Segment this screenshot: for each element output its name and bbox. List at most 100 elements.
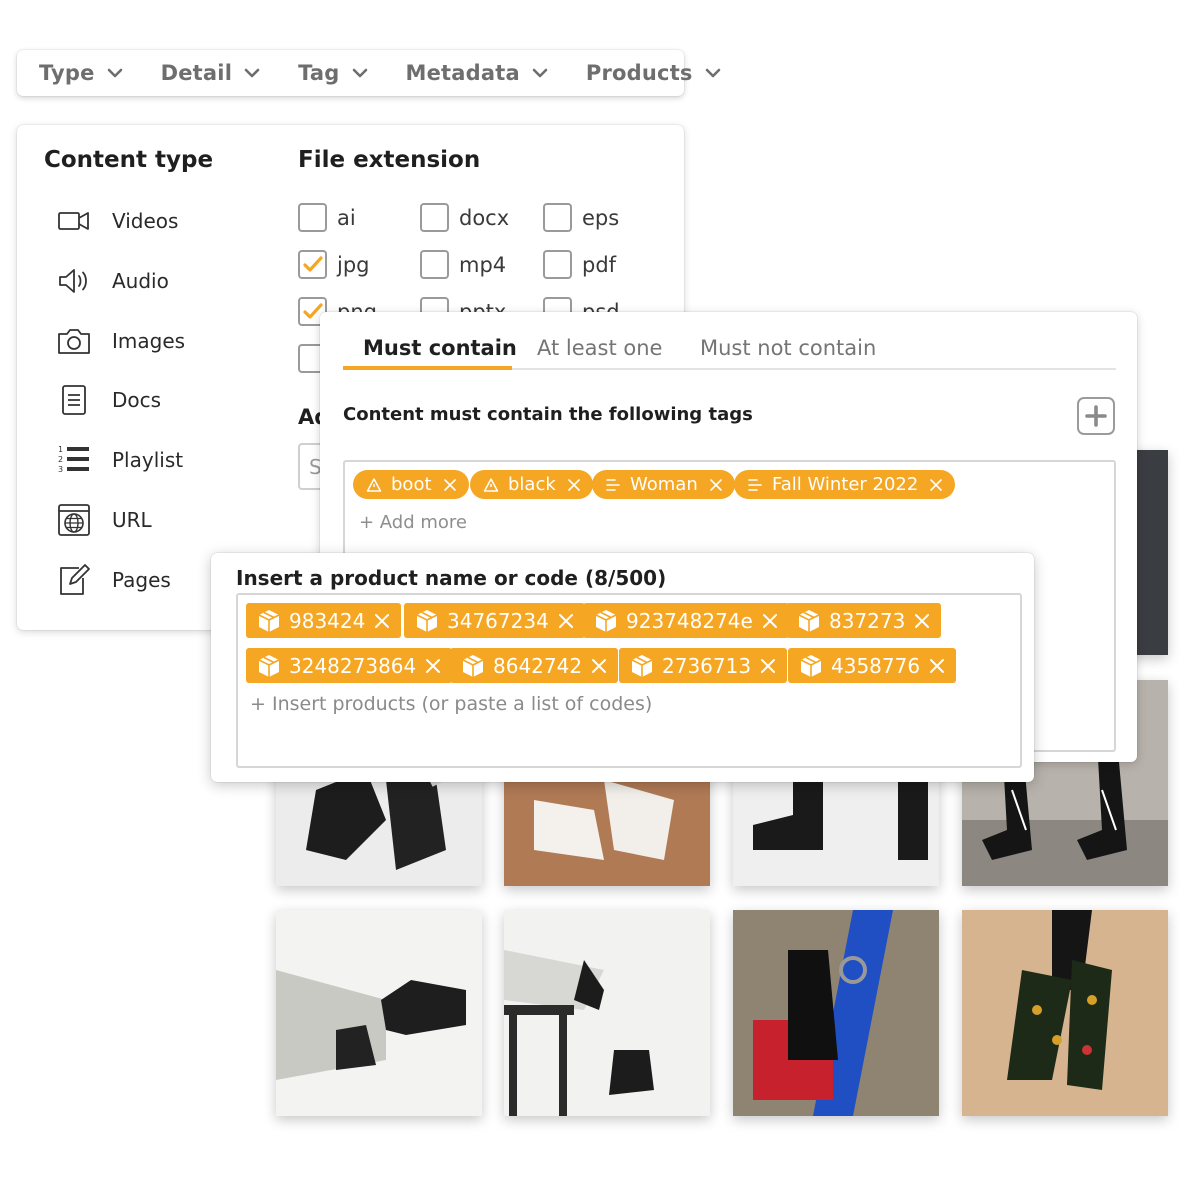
checkbox[interactable] xyxy=(420,250,449,279)
package-icon xyxy=(258,609,280,632)
video-icon xyxy=(57,204,91,238)
svg-text:1: 1 xyxy=(58,445,63,454)
content-type-playlist[interactable]: 123 Playlist xyxy=(57,440,183,480)
remove-tag-icon[interactable] xyxy=(929,478,943,492)
content-type-url[interactable]: URL xyxy=(57,500,152,540)
remove-tag-icon[interactable] xyxy=(567,478,581,492)
product-chip: 34767234 xyxy=(404,603,585,638)
document-icon xyxy=(57,383,91,417)
remove-product-icon[interactable] xyxy=(759,657,777,675)
filter-metadata[interactable]: Metadata xyxy=(406,61,552,85)
remove-product-icon[interactable] xyxy=(761,612,779,630)
active-tab-indicator xyxy=(343,366,512,370)
content-type-videos[interactable]: Videos xyxy=(57,201,178,241)
ext-option-mp4[interactable]: mp4 xyxy=(420,250,506,279)
checkbox[interactable] xyxy=(298,203,327,232)
product-code: 3248273864 xyxy=(289,653,417,678)
content-type-pages[interactable]: Pages xyxy=(57,560,171,600)
content-type-images[interactable]: Images xyxy=(57,321,185,361)
tag-label: Woman xyxy=(630,474,698,495)
camera-icon xyxy=(57,324,91,358)
ext-option-docx[interactable]: docx xyxy=(420,203,509,232)
checkbox-checked[interactable] xyxy=(298,250,327,279)
filter-type[interactable]: Type xyxy=(39,61,127,85)
remove-product-icon[interactable] xyxy=(373,612,391,630)
remove-product-icon[interactable] xyxy=(590,657,608,675)
product-code: 8642742 xyxy=(493,653,583,678)
numbered-list-icon: 123 xyxy=(57,443,91,477)
chevron-down-icon xyxy=(107,68,122,78)
tag-chip: boot xyxy=(353,470,469,499)
ext-option-ai[interactable]: ai xyxy=(298,203,356,232)
photo-thumbnail[interactable] xyxy=(962,910,1168,1116)
product-code: 4358776 xyxy=(831,653,921,678)
product-chip: 837273 xyxy=(786,603,942,638)
ext-option-pdf[interactable]: pdf xyxy=(543,250,616,279)
warning-icon xyxy=(366,477,382,493)
filter-tag[interactable]: Tag xyxy=(298,61,371,85)
products-panel: Insert a product name or code (8/500) 98… xyxy=(211,553,1034,782)
product-chip: 3248273864 xyxy=(246,648,453,683)
content-type-label: Pages xyxy=(112,568,171,592)
product-chip: 4358776 xyxy=(788,648,957,683)
chevron-down-icon xyxy=(352,68,367,78)
remove-tag-icon[interactable] xyxy=(443,478,457,492)
tags-description: Content must contain the following tags xyxy=(343,404,753,425)
svg-text:3: 3 xyxy=(58,465,63,474)
photo-thumbnail[interactable] xyxy=(504,910,710,1116)
package-icon xyxy=(416,609,438,632)
checkbox[interactable] xyxy=(543,203,572,232)
edit-page-icon xyxy=(57,563,91,597)
checkmark-icon xyxy=(302,255,323,272)
product-code: 2736713 xyxy=(662,653,752,678)
ext-label: pdf xyxy=(582,252,617,277)
ext-option-eps[interactable]: eps xyxy=(543,203,619,232)
tab-at-least-one[interactable]: At least one xyxy=(537,336,662,360)
checkbox[interactable] xyxy=(543,250,572,279)
remove-product-icon[interactable] xyxy=(424,657,442,675)
tag-chip: Woman xyxy=(592,470,735,499)
warning-icon xyxy=(483,477,499,493)
remove-product-icon[interactable] xyxy=(928,657,946,675)
photo-thumbnail[interactable] xyxy=(733,910,939,1116)
package-icon xyxy=(631,654,653,677)
content-type-label: Audio xyxy=(112,269,169,293)
product-code: 837273 xyxy=(829,608,906,633)
file-extension-title: File extension xyxy=(298,147,481,173)
list-lines-icon xyxy=(605,477,621,493)
filter-products-label: Products xyxy=(585,61,693,85)
list-lines-icon xyxy=(747,477,763,493)
package-icon xyxy=(595,609,617,632)
remove-product-icon[interactable] xyxy=(557,612,575,630)
chevron-down-icon xyxy=(532,68,548,78)
filter-detail-label: Detail xyxy=(160,61,233,85)
photo-thumbnail[interactable] xyxy=(276,910,482,1116)
products-input-box[interactable]: 983424 34767234 923748274e 837273 324827… xyxy=(236,593,1022,768)
remove-tag-icon[interactable] xyxy=(709,478,723,492)
checkbox[interactable] xyxy=(420,203,449,232)
tag-chip: Fall Winter 2022 xyxy=(734,470,956,499)
content-type-label: Playlist xyxy=(112,448,184,472)
tab-must-contain[interactable]: Must contain xyxy=(363,336,517,360)
ext-label: mp4 xyxy=(459,252,507,277)
product-chip: 8642742 xyxy=(450,648,619,683)
globe-icon xyxy=(57,503,91,537)
add-tag-button[interactable] xyxy=(1077,397,1115,435)
insert-products-input[interactable]: + Insert products (or paste a list of co… xyxy=(250,693,652,715)
ext-label: docx xyxy=(459,205,510,230)
chevron-down-icon xyxy=(244,68,260,78)
remove-product-icon[interactable] xyxy=(913,612,931,630)
add-more-input[interactable]: + Add more xyxy=(359,512,467,533)
tag-label: black xyxy=(508,474,556,495)
chevron-down-icon xyxy=(705,68,720,78)
content-type-label: Images xyxy=(112,329,186,353)
filter-tag-label: Tag xyxy=(298,61,340,85)
ext-label: jpg xyxy=(337,252,370,277)
content-type-docs[interactable]: Docs xyxy=(57,380,161,420)
filter-products[interactable]: Products xyxy=(586,61,725,85)
tag-label: Fall Winter 2022 xyxy=(772,474,919,495)
content-type-audio[interactable]: Audio xyxy=(57,261,169,301)
ext-option-jpg[interactable]: jpg xyxy=(298,250,370,279)
filter-detail[interactable]: Detail xyxy=(161,61,264,85)
tab-must-not-contain[interactable]: Must not contain xyxy=(700,336,876,360)
